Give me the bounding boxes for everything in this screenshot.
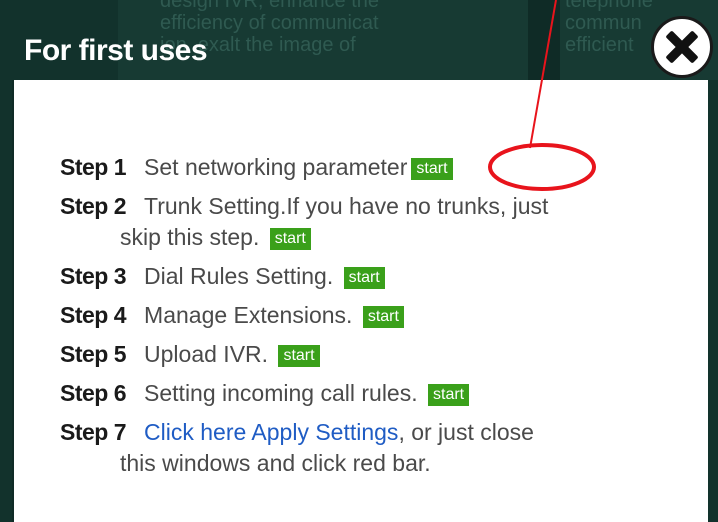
step-label: Step 7	[60, 419, 127, 445]
step-label: Step 2	[60, 193, 127, 219]
step-text: Upload IVR.	[144, 341, 269, 367]
start-button-step-5[interactable]: start	[278, 345, 320, 367]
step-text: Set networking parameter	[144, 154, 408, 180]
step-label: Step 1	[60, 154, 127, 180]
step-label: Step 5	[60, 341, 127, 367]
step-label: Step 6	[60, 380, 127, 406]
start-button-step-1[interactable]: start	[411, 158, 453, 180]
step-label: Step 4	[60, 302, 127, 328]
start-button-step-2[interactable]: start	[269, 228, 311, 250]
step-7: Step 7 Click here Apply Settings, or just…	[60, 415, 690, 480]
step-2: Step 2 Trunk Setting.If you have no trunk…	[60, 189, 690, 254]
first-use-dialog: For first uses Step 1 Set networking para…	[0, 0, 718, 522]
step-4: Step 4 Manage Extensions. start	[60, 298, 690, 332]
start-button-step-3[interactable]: start	[343, 267, 385, 289]
step-text: Setting incoming call rules.	[144, 380, 418, 406]
step-1: Step 1 Set networking parameter start	[60, 150, 690, 184]
start-button-step-4[interactable]: start	[362, 306, 404, 328]
step-3: Step 3 Dial Rules Setting. start	[60, 259, 690, 293]
step-label: Step 3	[60, 263, 127, 289]
dialog-title: For first uses	[24, 34, 208, 67]
step-text: Manage Extensions.	[144, 302, 353, 328]
step-text: Trunk Setting.If you have no trunks, jus…	[144, 193, 549, 219]
step-text-continued: this windows and click red bar.	[120, 450, 431, 476]
close-button[interactable]	[651, 16, 713, 78]
steps-list: Step 1 Set networking parameter start Step…	[60, 150, 690, 485]
step-text-continued: skip this step.	[120, 224, 260, 250]
start-button-step-6[interactable]: start	[428, 384, 470, 406]
step-text: Dial Rules Setting.	[144, 263, 334, 289]
step-text: , or just close	[398, 419, 534, 445]
apply-settings-link[interactable]: Click here Apply Settings	[144, 419, 398, 445]
step-5: Step 5 Upload IVR. start	[60, 337, 690, 371]
step-6: Step 6 Setting incoming call rules. start	[60, 376, 690, 410]
